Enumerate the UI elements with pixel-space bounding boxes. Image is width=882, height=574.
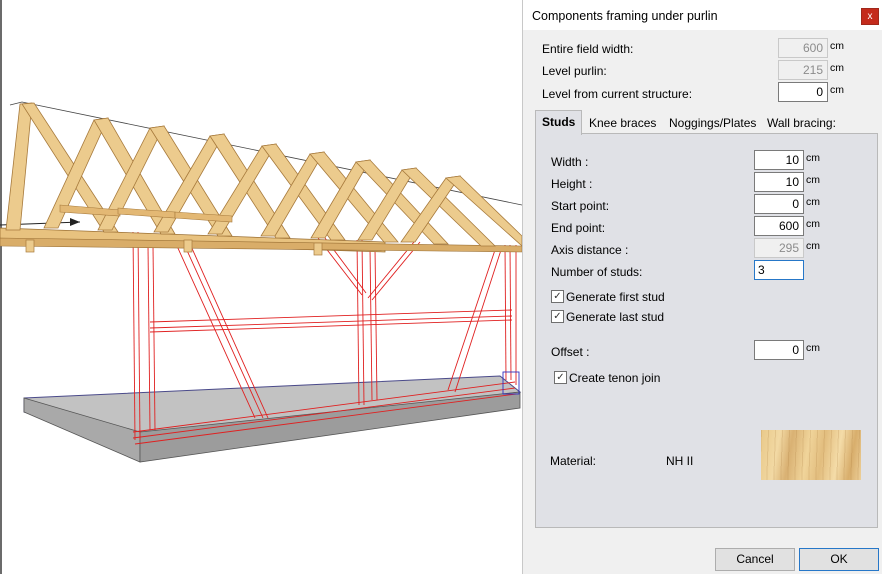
tab-knee-braces[interactable]: Knee braces [589, 113, 656, 134]
axis-distance-label: Axis distance : [551, 243, 629, 257]
tab-noggings-plates[interactable]: Noggings/Plates [669, 113, 756, 134]
start-point-label: Start point: [551, 199, 610, 213]
level-from-structure-unit: cm [830, 84, 844, 96]
studs-panel: Width : 10 cm Height : 10 cm Start point… [535, 133, 878, 528]
offset-label: Offset : [551, 345, 590, 359]
height-unit: cm [806, 174, 820, 186]
dialog-title: Components framing under purlin [532, 9, 718, 23]
offset-input[interactable]: 0 [754, 340, 804, 360]
level-from-structure-label: Level from current structure: [542, 87, 693, 101]
height-input[interactable]: 10 [754, 172, 804, 192]
cancel-button[interactable]: Cancel [715, 548, 795, 571]
floor-slab [23, 375, 522, 463]
timber-roof [0, 101, 522, 256]
level-purlin-input[interactable]: 215 [778, 60, 828, 80]
roof-framing-model [0, 101, 522, 463]
level-from-structure-input[interactable]: 0 [778, 82, 828, 102]
height-label: Height : [551, 177, 593, 191]
3d-viewport[interactable] [0, 0, 522, 574]
material-value: NH II [666, 454, 694, 468]
entire-field-width-unit: cm [830, 40, 844, 52]
level-purlin-label: Level purlin: [542, 64, 607, 78]
generate-first-stud-checkbox[interactable]: ✓ [551, 290, 564, 303]
start-point-unit: cm [806, 196, 820, 208]
create-tenon-join-checkbox[interactable]: ✓ [554, 371, 567, 384]
width-label: Width : [551, 155, 589, 169]
entire-field-width-label: Entire field width: [542, 42, 634, 56]
number-of-studs-input[interactable]: 3 [754, 260, 804, 280]
create-tenon-join-label[interactable]: Create tenon join [569, 371, 660, 385]
material-label: Material: [550, 454, 597, 468]
axis-distance-input[interactable]: 295 [754, 238, 804, 258]
generate-first-stud-label[interactable]: Generate first stud [566, 290, 665, 304]
entire-field-width-input[interactable]: 600 [778, 38, 828, 58]
level-purlin-unit: cm [830, 62, 844, 74]
close-button[interactable]: x [861, 8, 879, 25]
offset-unit: cm [806, 342, 820, 354]
end-point-label: End point: [551, 221, 606, 235]
ok-button[interactable]: OK [799, 548, 879, 571]
wood-texture-swatch[interactable] [761, 430, 861, 480]
generate-last-stud-label[interactable]: Generate last stud [566, 310, 664, 324]
start-point-input[interactable]: 0 [754, 194, 804, 214]
number-of-studs-label: Number of studs: [551, 265, 643, 279]
generate-last-stud-checkbox[interactable]: ✓ [551, 310, 564, 323]
width-input[interactable]: 10 [754, 150, 804, 170]
dialog-titlebar: Components framing under purlin x [523, 0, 882, 30]
end-point-unit: cm [806, 218, 820, 230]
components-framing-dialog: Components framing under purlin x Entire… [522, 0, 882, 574]
tab-studs[interactable]: Studs [535, 110, 583, 135]
tab-wall-bracing[interactable]: Wall bracing: [767, 113, 836, 134]
end-point-input[interactable]: 600 [754, 216, 804, 236]
width-unit: cm [806, 152, 820, 164]
axis-distance-unit: cm [806, 240, 820, 252]
